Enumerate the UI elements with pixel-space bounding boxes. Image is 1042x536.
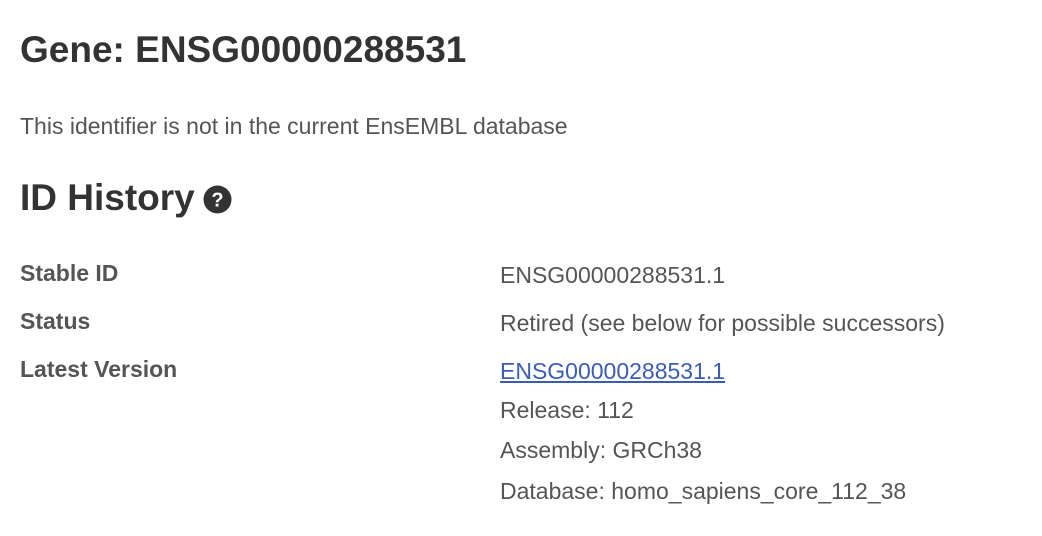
assembly-value: Assembly: GRCh38 <box>500 437 702 463</box>
status-label: Status <box>20 308 91 334</box>
help-icon[interactable]: ? <box>203 185 232 214</box>
status-value: Retired (see below for possible successo… <box>500 310 945 336</box>
id-history-heading-text: ID History <box>20 177 195 218</box>
stable-id-label: Stable ID <box>20 260 119 286</box>
latest-version-link[interactable]: ENSG00000288531.1 <box>500 358 725 384</box>
release-value: Release: 112 <box>500 397 634 423</box>
latest-version-link-wrapper: ENSG00000288531.1 <box>500 357 725 385</box>
svg-text:?: ? <box>211 189 223 211</box>
latest-version-label: Latest Version <box>20 356 178 382</box>
not-found-notice: This identifier is not in the current En… <box>20 113 568 139</box>
stable-id-value: ENSG00000288531.1 <box>500 262 726 288</box>
database-value: Database: homo_sapiens_core_112_38 <box>500 478 907 504</box>
page-title: Gene: ENSG00000288531 <box>20 29 467 70</box>
id-history-heading: ID History ? <box>20 176 232 220</box>
